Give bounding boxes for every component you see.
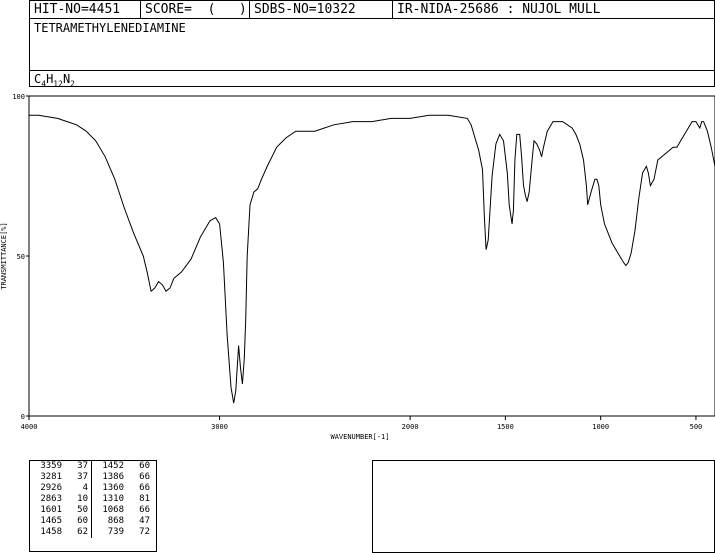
peak-transmittance: 60 bbox=[139, 461, 150, 471]
peak-wavenumber: 1601 bbox=[40, 505, 62, 515]
peak-wavenumber: 1068 bbox=[91, 505, 124, 516]
peak-wavenumber: 2863 bbox=[40, 494, 62, 504]
peak-transmittance: 81 bbox=[139, 494, 150, 504]
peak-transmittance: 4 bbox=[82, 483, 88, 493]
peak-transmittance: 47 bbox=[139, 516, 150, 526]
peak-wavenumber: 3359 bbox=[40, 461, 62, 471]
y-tick-label: 100 bbox=[12, 93, 25, 101]
peak-transmittance: 50 bbox=[77, 505, 88, 515]
x-tick-label: 1500 bbox=[497, 423, 514, 431]
peak-transmittance: 72 bbox=[139, 527, 150, 537]
y-axis-label: TRANSMITTANCE[%] bbox=[0, 222, 8, 289]
peak-wavenumber: 868 bbox=[91, 516, 124, 527]
peak-transmittance: 37 bbox=[77, 472, 88, 482]
x-axis-label: WAVENUMBER[-1] bbox=[330, 433, 389, 441]
peak-wavenumber: 2926 bbox=[40, 483, 62, 493]
peak-row: 1601 50 1068 66 bbox=[30, 505, 153, 516]
peak-wavenumber: 1465 bbox=[40, 516, 62, 526]
peak-transmittance: 37 bbox=[77, 461, 88, 471]
peak-wavenumber: 1360 bbox=[91, 483, 124, 494]
peak-wavenumber: 1452 bbox=[91, 461, 124, 472]
peak-wavenumber: 1310 bbox=[91, 494, 124, 505]
peak-transmittance: 66 bbox=[139, 505, 150, 515]
spectrum-line bbox=[29, 114, 715, 404]
peak-row: 1458 62 739 72 bbox=[30, 527, 153, 538]
peak-row: 2926 4 1360 66 bbox=[30, 483, 153, 494]
y-tick-label: 0 bbox=[21, 413, 25, 421]
empty-box bbox=[372, 460, 715, 553]
peak-transmittance: 66 bbox=[139, 483, 150, 493]
ir-spectrum-chart: 0 50 100 4000 3000 2000 1500 1000 500 WAVENUMBE… bbox=[0, 93, 715, 441]
peak-wavenumber: 3281 bbox=[40, 472, 62, 482]
peak-row: 2863 10 1310 81 bbox=[30, 494, 153, 505]
peak-row: 3281 37 1386 66 bbox=[30, 472, 153, 483]
peak-wavenumber: 1458 bbox=[40, 527, 62, 537]
x-tick-label: 1000 bbox=[592, 423, 609, 431]
peak-row: 3359 37 1452 60 bbox=[30, 461, 153, 472]
peak-transmittance: 66 bbox=[139, 472, 150, 482]
peak-transmittance: 10 bbox=[77, 494, 88, 504]
x-tick-label: 2000 bbox=[402, 423, 419, 431]
peak-row: 1465 60 868 47 bbox=[30, 516, 153, 527]
x-tick-label: 3000 bbox=[211, 423, 228, 431]
x-tick-label: 500 bbox=[690, 423, 703, 431]
x-tick-label: 4000 bbox=[21, 423, 38, 431]
peak-wavenumber: 739 bbox=[91, 527, 124, 538]
y-tick-label: 50 bbox=[17, 253, 25, 261]
peak-wavenumber: 1386 bbox=[91, 472, 124, 483]
plot-frame bbox=[28, 95, 715, 417]
peak-transmittance: 62 bbox=[77, 527, 88, 537]
peak-table: 3359 37 1452 60 3281 37 1386 66 2926 4 1360 66 2863 1… bbox=[29, 460, 157, 552]
peak-transmittance: 60 bbox=[77, 516, 88, 526]
